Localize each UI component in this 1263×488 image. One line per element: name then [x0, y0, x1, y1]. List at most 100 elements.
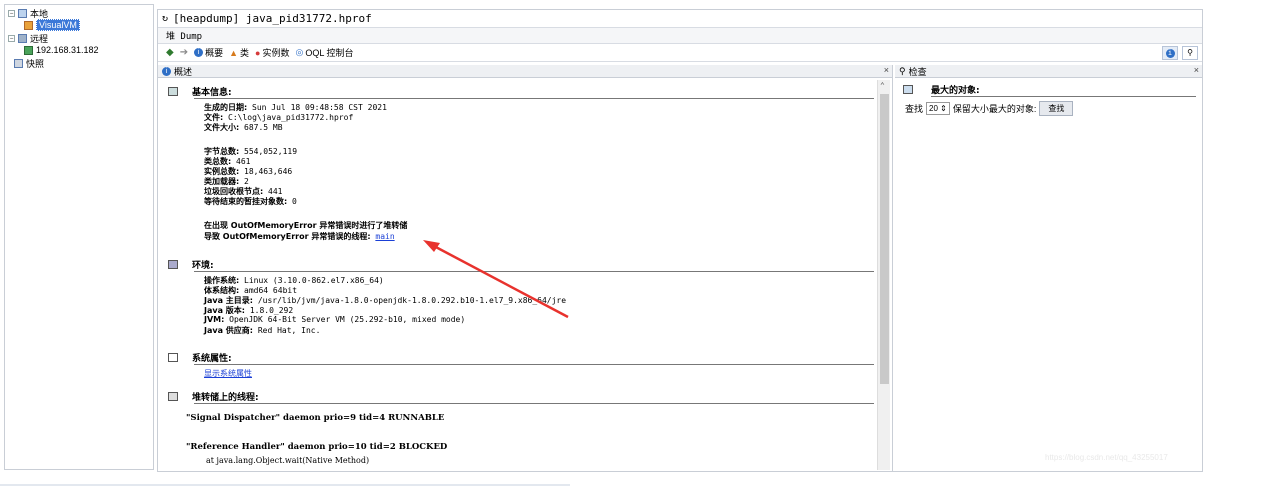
pending-value: 0 [292, 197, 297, 206]
view-toolbar: ◆ ➔ i 概要 ▲ 类 ● 实例数 ◎ OQL 控制台 [158, 44, 1202, 62]
refresh-icon[interactable]: ↻ [162, 13, 168, 24]
bytes-value: 554,052,119 [244, 147, 298, 156]
tree-label-local: 本地 [30, 8, 49, 19]
date-value: Sun Jul 18 09:48:58 CST 2021 [252, 103, 387, 112]
tree-label-remote-host: 192.168.31.182 [36, 45, 99, 55]
oom-text: 在出现 OutOfMemoryError 异常错误时进行了堆转储 [204, 221, 408, 230]
oom-line: 在出现 OutOfMemoryError 异常错误时进行了堆转储 [204, 220, 407, 231]
oom-thread-link[interactable]: main [375, 232, 394, 241]
file-value: C:\log\java_pid31772.hprof [228, 113, 354, 122]
back-arrow-icon[interactable]: ◆ [166, 47, 174, 58]
keep-label: 保留大小最大的对象: [952, 104, 1037, 114]
visualvm-icon [24, 20, 33, 30]
section-basic-info: 基本信息: [168, 85, 232, 98]
oql-button[interactable]: ◎ OQL 控制台 [296, 46, 354, 59]
scroll-up-icon[interactable]: ⌃ [880, 81, 885, 90]
count-value: 20 [929, 104, 938, 113]
oql-label: OQL 控制台 [305, 48, 354, 58]
instances-label: 实例数 [262, 48, 290, 58]
date-label: 生成的日期: [204, 103, 248, 112]
os-label: 操作系统: [204, 276, 240, 285]
annotation-arrow [423, 240, 569, 319]
scrollbar-thumb[interactable] [880, 94, 889, 384]
java-version-value: 1.8.0_292 [249, 306, 294, 315]
count-spinner[interactable]: 20 ⇕ [926, 102, 950, 115]
arch-value: amd64 64bit [244, 286, 298, 295]
forward-arrow-icon[interactable]: ➔ [180, 47, 188, 58]
threads-title: 堆转储上的线程: [192, 392, 259, 403]
sysprops-link-line: 显示系统属性 [204, 368, 252, 379]
tree-label-remote: 远程 [30, 33, 49, 44]
tree-node-remote-host[interactable]: 192.168.31.182 [24, 44, 99, 56]
tree-node-local[interactable]: − 本地 [8, 7, 48, 19]
largest-objects-title: 最大的对象: [931, 85, 980, 96]
info-section-icon [168, 86, 178, 96]
tree-node-remote[interactable]: − 远程 [8, 32, 48, 44]
applications-tree: − 本地 VisualVM − 远程 192.168.31.182 快照 [4, 4, 154, 470]
classes-button[interactable]: ▲ 类 [229, 46, 249, 59]
inspect-panel: ⚲ 检查 × 最大的对象: 查找 20 ⇕ 保留大小最大的对象: 查找 [895, 65, 1202, 471]
inspect-info-button[interactable]: i [1162, 46, 1178, 60]
search-section-icon [903, 84, 913, 94]
summary-button[interactable]: i 概要 [194, 46, 223, 59]
arrow-shaft [431, 243, 569, 319]
search-icon: ⚲ [899, 65, 906, 76]
thread-entry: "Reference Handler" daemon prio=10 tid=2… [186, 442, 448, 452]
java-version-label: Java 版本: [204, 306, 245, 315]
gcroots-label: 垃圾回收根节点: [204, 187, 264, 196]
environment-title: 环境: [192, 260, 214, 271]
oql-icon: ◎ [295, 47, 304, 57]
find-button[interactable]: 查找 [1039, 101, 1074, 116]
pending-label: 等待结束的暂挂对象数: [204, 197, 288, 206]
overview-title: 概述 [174, 66, 193, 77]
properties-icon [168, 352, 178, 362]
section-environment: 环境: [168, 258, 214, 271]
search-button[interactable]: ⚲ [1182, 46, 1198, 60]
bytes-label: 字节总数: [204, 147, 240, 156]
size-label: 文件大小: [204, 123, 240, 132]
divider [931, 96, 1196, 97]
watermark: https://blog.csdn.net/qq_43255017 [1045, 453, 1168, 462]
inspect-header: ⚲ 检查 × [895, 65, 1202, 78]
jvm-label: JVM: [204, 315, 225, 324]
size-value: 687.5 MB [244, 123, 283, 132]
info-icon: i [194, 48, 204, 57]
classes-count-label: 类总数: [204, 157, 232, 166]
thread-entry: "Signal Dispatcher" daemon prio=9 tid=4 … [186, 413, 445, 423]
section-largest-objects: 最大的对象: [903, 83, 980, 96]
tree-node-visualvm[interactable]: VisualVM [24, 19, 80, 31]
arrow-head [423, 240, 440, 252]
size-line: 文件大小: 687.5 MB [204, 122, 283, 133]
close-icon[interactable]: × [884, 65, 889, 75]
basic-info-title: 基本信息: [192, 87, 232, 98]
vendor-value: Red Hat, Inc. [257, 326, 321, 335]
show-sysprops-link[interactable]: 显示系统属性 [204, 369, 252, 378]
subtab-heap-dump[interactable]: 堆 Dump [158, 28, 1202, 44]
find-label: 查找 [905, 104, 924, 114]
instances-button[interactable]: ● 实例数 [255, 46, 289, 59]
collapse-icon[interactable]: − [8, 9, 15, 17]
visualvm-app: − 本地 VisualVM − 远程 192.168.31.182 快照 ↻ [… [0, 0, 1263, 488]
sysprops-title: 系统属性: [192, 353, 232, 364]
subtab-label: 堆 Dump [166, 32, 203, 42]
collapse-icon[interactable]: − [8, 34, 15, 42]
close-icon[interactable]: × [1194, 65, 1199, 75]
classes-label: 类 [240, 48, 250, 58]
window-tab[interactable]: ↻ [heapdump] java_pid31772.hprof [158, 10, 1202, 28]
host-icon [24, 45, 33, 55]
tree-node-snapshots[interactable]: 快照 [14, 57, 44, 69]
oom-thread-label: 导致 OutOfMemoryError 异常错误的线程: [204, 232, 371, 241]
arch-label: 体系结构: [204, 286, 240, 295]
threads-icon [168, 391, 178, 401]
section-system-properties: 系统属性: [168, 351, 232, 364]
vendor-line: Java 供应商: Red Hat, Inc. [204, 325, 320, 336]
section-threads: 堆转储上的线程: [168, 390, 259, 403]
search-icon: ⚲ [1187, 48, 1193, 57]
summary-label: 概要 [205, 48, 224, 58]
oom-thread-line: 导致 OutOfMemoryError 异常错误的线程: main [204, 231, 395, 242]
vertical-scrollbar[interactable]: ⌃ [877, 80, 890, 470]
gcroots-value: 441 [268, 187, 283, 196]
info-icon: i [1165, 49, 1175, 58]
classes-value: 461 [236, 157, 251, 166]
spinner-arrows-icon[interactable]: ⇕ [940, 104, 947, 113]
